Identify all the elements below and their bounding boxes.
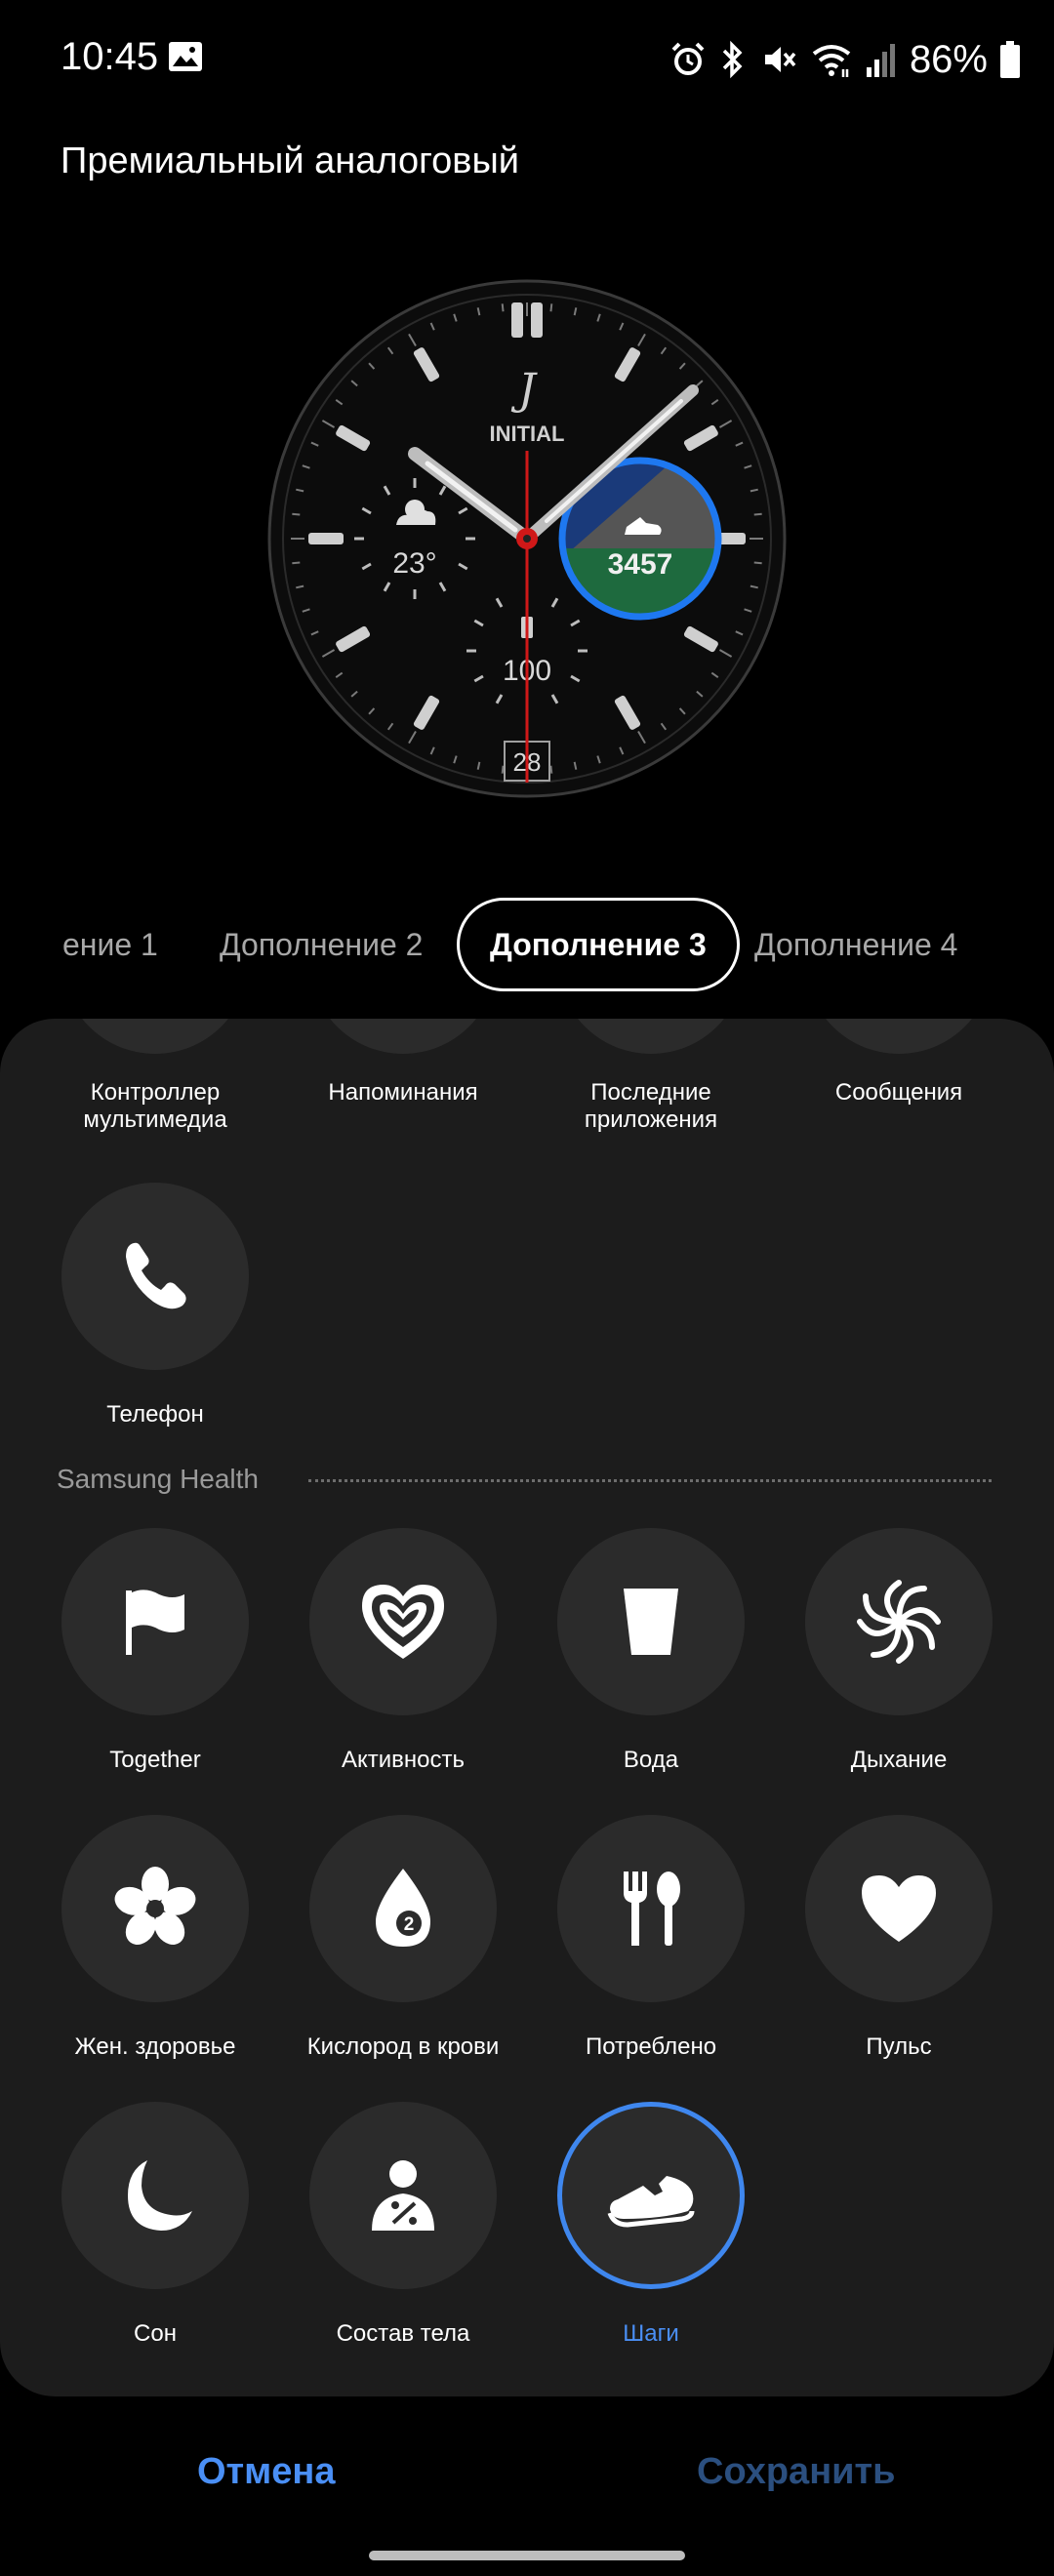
together-label: Together	[109, 1747, 201, 1773]
messages-option[interactable]	[805, 1019, 993, 1054]
flag-icon	[126, 1590, 184, 1655]
water-option[interactable]: Вода	[527, 1528, 775, 1774]
steps-option[interactable]: Шаги	[527, 2102, 775, 2348]
sleep-label: Сон	[134, 2320, 177, 2347]
breathing-icon	[857, 1580, 941, 1664]
watch-face-title: Премиальный аналоговый	[61, 141, 519, 181]
phone-label: Телефон	[106, 1401, 204, 1428]
fork-spoon-icon	[624, 1872, 680, 1946]
oxygen-badge: 2	[404, 1914, 415, 1935]
tab-complication-1[interactable]: ение 1	[62, 898, 158, 991]
mute-icon	[764, 47, 796, 72]
complication-options-panel: Контроллер мультимедиа Напоминания После…	[0, 1019, 1054, 2396]
section-title-samsung-health: Samsung Health	[57, 1464, 260, 1494]
flower-icon	[114, 1867, 196, 1945]
moon-icon	[128, 2160, 192, 2231]
steps-label: Шаги	[623, 2320, 679, 2347]
section-divider	[308, 1479, 992, 1482]
bottom-action-bar: Отмена Сохранить	[0, 2396, 1054, 2576]
blood-oxygen-option[interactable]: 2 Кислород в крови	[279, 1815, 527, 2061]
wifi-icon	[812, 45, 851, 77]
bluetooth-icon	[722, 40, 743, 79]
weather-temp: 23°	[392, 547, 436, 580]
recent-apps-label: Последние приложения	[584, 1079, 718, 1133]
reminders-label: Напоминания	[328, 1079, 478, 1106]
reminders-option[interactable]	[309, 1019, 497, 1054]
heart-rate-option[interactable]: Пульс	[775, 1815, 1023, 2061]
watch-face-preview: J INITIAL 23° 100 28 3457	[267, 279, 787, 798]
activity-heart-icon	[362, 1585, 444, 1659]
battery-icon	[1000, 41, 1020, 78]
messages-label: Сообщения	[834, 1079, 963, 1106]
activity-option[interactable]: Активность	[279, 1528, 527, 1774]
cancel-button[interactable]: Отмена	[197, 2451, 336, 2493]
oxygen-drop-icon: 2	[376, 1869, 430, 1947]
water-cup-icon	[624, 1589, 678, 1655]
steps-value: 3457	[608, 548, 673, 581]
water-label: Вода	[623, 1747, 679, 1773]
heart-icon	[862, 1875, 936, 1942]
breathing-label: Дыхание	[850, 1747, 948, 1773]
body-composition-label: Состав тела	[336, 2320, 470, 2347]
sleep-option[interactable]: Сон	[31, 2102, 279, 2348]
shoe-icon	[607, 2176, 695, 2228]
recent-apps-option[interactable]	[557, 1019, 745, 1054]
womens-health-label: Жен. здоровье	[74, 2033, 236, 2060]
phone-icon	[126, 1242, 186, 1309]
heart-rate-label: Пульс	[866, 2033, 932, 2060]
steps-option-selected-ring	[557, 2102, 745, 2289]
breathing-option[interactable]: Дыхание	[775, 1528, 1023, 1774]
media-controller-label: Контроллер мультимедиа	[83, 1079, 227, 1133]
status-icons: 86%	[669, 35, 1021, 84]
home-indicator[interactable]	[369, 2551, 685, 2560]
tab-complication-3[interactable]: Дополнение 3	[457, 898, 740, 991]
brand-text: INITIAL	[490, 422, 565, 446]
body-composition-icon	[372, 2160, 434, 2231]
food-label: Потреблено	[585, 2033, 717, 2060]
save-button[interactable]: Сохранить	[697, 2451, 895, 2493]
battery-percent: 86%	[909, 37, 988, 81]
signal-icon	[866, 44, 895, 77]
together-option[interactable]: Together	[31, 1528, 279, 1774]
image-notification-icon	[169, 42, 202, 71]
phone-option[interactable]: Телефон	[31, 1183, 279, 1429]
body-composition-option[interactable]: Состав тела	[279, 2102, 527, 2348]
complication-tabs: ение 1 Дополнение 2 Дополнение 3 Дополне…	[0, 898, 1054, 995]
food-option[interactable]: Потреблено	[527, 1815, 775, 2061]
blood-oxygen-label: Кислород в крови	[306, 2033, 500, 2060]
tab-complication-2[interactable]: Дополнение 2	[220, 898, 423, 991]
womens-health-option[interactable]: Жен. здоровье	[31, 1815, 279, 2061]
tab-complication-4[interactable]: Дополнение 4	[754, 898, 957, 991]
alarm-icon	[671, 42, 705, 75]
status-bar: 10:45 86%	[0, 0, 1054, 117]
status-time: 10:45	[61, 35, 159, 78]
activity-label: Активность	[341, 1747, 466, 1773]
media-controller-option[interactable]	[61, 1019, 249, 1054]
